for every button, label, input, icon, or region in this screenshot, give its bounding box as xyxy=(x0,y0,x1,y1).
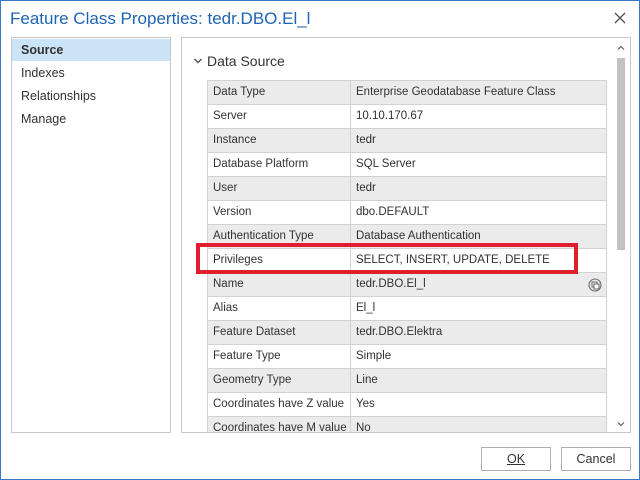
section-header-data-source[interactable]: Data Source xyxy=(193,52,285,70)
property-value: SQL Server xyxy=(351,153,607,176)
property-value: dbo.DEFAULT xyxy=(351,201,607,224)
ok-button-label: OK xyxy=(506,452,526,466)
property-key: Data Type xyxy=(208,81,351,104)
table-row[interactable]: Data Type Enterprise Geodatabase Feature … xyxy=(208,81,607,105)
property-value: Simple xyxy=(351,345,607,368)
table-row[interactable]: Geometry Type Line xyxy=(208,369,607,393)
scroll-down-button[interactable] xyxy=(615,418,627,430)
table-row[interactable]: Privileges SELECT, INSERT, UPDATE, DELETE xyxy=(208,249,607,273)
table-row[interactable]: Version dbo.DEFAULT xyxy=(208,201,607,225)
copy-icon[interactable] xyxy=(587,277,603,293)
property-key: Coordinates have Z value xyxy=(208,393,351,416)
property-key: Feature Dataset xyxy=(208,321,351,344)
property-value: 10.10.170.67 xyxy=(351,105,607,128)
table-row[interactable]: Authentication Type Database Authenticati… xyxy=(208,225,607,249)
property-key: Name xyxy=(208,273,351,296)
table-row[interactable]: Name tedr.DBO.El_l xyxy=(208,273,607,297)
chevron-up-icon xyxy=(617,45,625,50)
property-value: El_l xyxy=(351,297,607,320)
property-key: Feature Type xyxy=(208,345,351,368)
property-value: Line xyxy=(351,369,607,392)
sidebar: Source Indexes Relationships Manage xyxy=(11,37,171,433)
property-key: Authentication Type xyxy=(208,225,351,248)
property-value: Yes xyxy=(351,393,607,416)
sidebar-item-indexes[interactable]: Indexes xyxy=(12,62,170,84)
cancel-button[interactable]: Cancel xyxy=(561,447,631,471)
property-key: Privileges xyxy=(208,249,351,272)
title-bar: Feature Class Properties: tedr.DBO.El_l xyxy=(1,1,639,37)
scroll-up-button[interactable] xyxy=(615,42,627,54)
cancel-button-label: Cancel xyxy=(576,452,616,466)
table-row[interactable]: Instance tedr xyxy=(208,129,607,153)
sidebar-item-relationships[interactable]: Relationships xyxy=(12,85,170,107)
feature-class-properties-dialog: Feature Class Properties: tedr.DBO.El_l … xyxy=(0,0,640,480)
scroll-thumb[interactable] xyxy=(617,58,625,250)
property-key: User xyxy=(208,177,351,200)
property-value: Database Authentication xyxy=(351,225,607,248)
sidebar-item-manage[interactable]: Manage xyxy=(12,108,170,130)
property-value: tedr xyxy=(351,129,607,152)
property-key: Alias xyxy=(208,297,351,320)
sidebar-item-label: Indexes xyxy=(21,66,65,80)
table-row[interactable]: Server 10.10.170.67 xyxy=(208,105,607,129)
property-key: Server xyxy=(208,105,351,128)
property-value: tedr.DBO.El_l xyxy=(351,273,607,296)
window-title: Feature Class Properties: tedr.DBO.El_l xyxy=(10,9,311,28)
property-value: Enterprise Geodatabase Feature Class xyxy=(351,81,607,104)
sidebar-item-source[interactable]: Source xyxy=(12,39,170,61)
table-row[interactable]: Coordinates have M value No xyxy=(208,417,607,432)
section-title: Data Source xyxy=(207,53,285,69)
ok-button[interactable]: OK xyxy=(481,447,551,471)
table-row[interactable]: Alias El_l xyxy=(208,297,607,321)
sidebar-item-label: Relationships xyxy=(21,89,97,103)
properties-grid: Data Type Enterprise Geodatabase Feature … xyxy=(207,80,607,432)
close-button[interactable] xyxy=(609,7,631,29)
table-row[interactable]: Coordinates have Z value Yes xyxy=(208,393,607,417)
chevron-down-icon xyxy=(617,422,625,427)
property-value: tedr xyxy=(351,177,607,200)
table-row[interactable]: Feature Dataset tedr.DBO.Elektra xyxy=(208,321,607,345)
vertical-scrollbar[interactable] xyxy=(615,42,627,430)
property-key: Geometry Type xyxy=(208,369,351,392)
property-key: Version xyxy=(208,201,351,224)
property-key: Database Platform xyxy=(208,153,351,176)
table-row[interactable]: Feature Type Simple xyxy=(208,345,607,369)
sidebar-item-label: Manage xyxy=(21,112,67,126)
close-icon xyxy=(614,12,626,24)
property-key: Instance xyxy=(208,129,351,152)
content-panel: Data Source Data Type Enterprise Geodatab… xyxy=(181,37,631,433)
chevron-down-icon xyxy=(194,58,202,64)
property-value: tedr.DBO.Elektra xyxy=(351,321,607,344)
sidebar-item-label: Source xyxy=(21,43,64,57)
table-row[interactable]: Database Platform SQL Server xyxy=(208,153,607,177)
property-key: Coordinates have M value xyxy=(208,417,351,432)
property-value: SELECT, INSERT, UPDATE, DELETE xyxy=(351,249,607,272)
table-row[interactable]: User tedr xyxy=(208,177,607,201)
property-value: No xyxy=(351,417,607,432)
